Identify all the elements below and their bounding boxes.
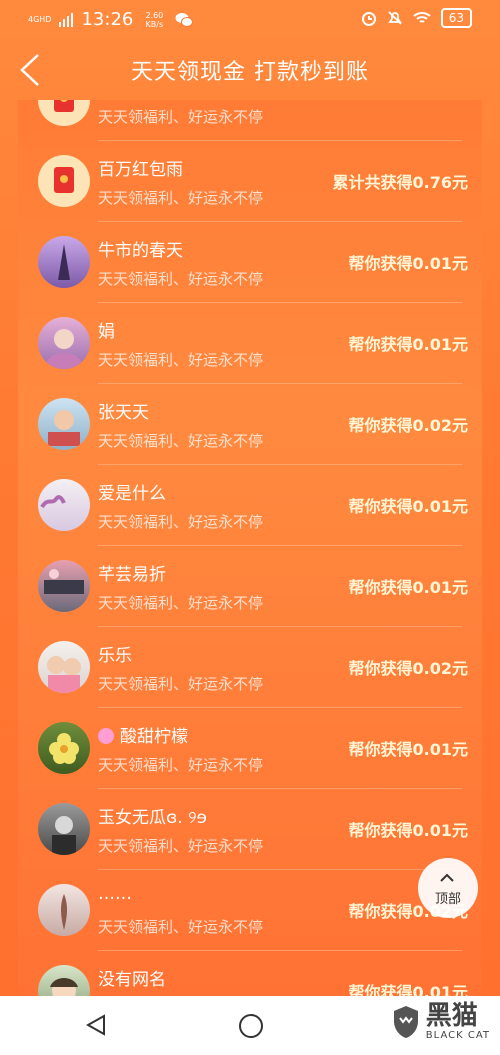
list-item-name: 张天天 xyxy=(98,403,149,423)
list-item-name: 百万红包雨 xyxy=(98,160,183,180)
red-packet-avatar xyxy=(38,155,90,207)
list-item-name: …… xyxy=(98,884,132,904)
list-item-name-text: 酸甜柠檬 xyxy=(120,727,188,747)
avatar xyxy=(38,803,90,855)
reward-list[interactable]: 天天领福利、好运永不停 百万红包雨 天天领福利、好运永不停 累计共获得0.76元… xyxy=(18,100,482,1000)
list-item-subtitle: 天天领福利、好运永不停 xyxy=(98,351,264,369)
list-item-subtitle: 天天领福利、好运永不停 xyxy=(98,675,264,693)
status-bar: 4GHD 13:26 2.60 KB/s 63 xyxy=(0,0,500,38)
avatar xyxy=(38,641,90,693)
list-item-subtitle: 天天领福利、好运永不停 xyxy=(98,189,264,207)
avatar xyxy=(38,479,90,531)
list-item-subtitle: 天天领福利、好运永不停 xyxy=(98,270,264,288)
list-item-amount: 帮你获得0.01元 xyxy=(348,254,468,273)
list-item-amount: 帮你获得0.01元 xyxy=(348,335,468,354)
mute-icon xyxy=(388,11,402,25)
list-item-subtitle: 天天领福利、好运永不停 xyxy=(98,837,264,855)
avatar xyxy=(38,236,90,288)
list-item-subtitle: 天天领福利、好运永不停 xyxy=(98,594,264,612)
list-item-name: 酸甜柠檬 xyxy=(98,722,188,747)
watermark-subtext: BLACK CAT xyxy=(425,1030,490,1041)
system-nav-bar: 黑猫 BLACK CAT xyxy=(0,996,500,1055)
list-item: 天天领福利、好运永不停 xyxy=(18,100,482,141)
wifi-icon xyxy=(413,12,431,23)
alarm-icon xyxy=(361,12,376,26)
flower-icon xyxy=(98,728,114,744)
avatar xyxy=(38,722,90,774)
list-item-name: 没有网名 xyxy=(98,970,166,990)
list-item: …… 天天领福利、好运永不停 帮你获得0.02元 xyxy=(18,870,482,951)
list-item: 芊芸易折 天天领福利、好运永不停 帮你获得0.01元 xyxy=(18,546,482,627)
list-item-subtitle: 天天领福利、好运永不停 xyxy=(98,108,264,126)
avatar xyxy=(38,965,90,1000)
list-item-subtitle: 天天领福利、好运永不停 xyxy=(98,432,264,450)
list-item: 玉女无瓜ɞ. ୨ɘ 天天领福利、好运永不停 帮你获得0.01元 xyxy=(18,789,482,870)
list-item: 百万红包雨 天天领福利、好运永不停 累计共获得0.76元 xyxy=(18,141,482,222)
list-item-name: 玉女无瓜ɞ. ୨ɘ xyxy=(98,808,208,828)
back-to-top-button[interactable]: 顶部 xyxy=(418,858,478,918)
list-item-subtitle: 天天领福利、好运永不停 xyxy=(98,756,264,774)
wechat-icon xyxy=(175,12,194,27)
red-packet-avatar xyxy=(38,100,90,126)
list-item-amount: 帮你获得0.02元 xyxy=(348,659,468,678)
list-item-name: 乐乐 xyxy=(98,646,132,666)
chevron-up-icon xyxy=(440,873,454,882)
list-item: 酸甜柠檬 天天领福利、好运永不停 帮你获得0.01元 xyxy=(18,708,482,789)
page-header: 天天领现金 打款秒到账 xyxy=(0,38,500,102)
list-item: 张天天 天天领福利、好运永不停 帮你获得0.02元 xyxy=(18,384,482,465)
watermark-logo: 黑猫 BLACK CAT xyxy=(392,1002,490,1041)
black-cat-logo-icon xyxy=(393,1005,418,1038)
list-item-amount: 帮你获得0.01元 xyxy=(348,497,468,516)
page-title: 天天领现金 打款秒到账 xyxy=(131,60,369,85)
list-item-amount: 帮你获得0.01元 xyxy=(348,578,468,597)
list-item-amount: 帮你获得0.01元 xyxy=(348,740,468,759)
list-item-subtitle: 天天领福利、好运永不停 xyxy=(98,513,264,531)
list-item: 娟 天天领福利、好运永不停 帮你获得0.01元 xyxy=(18,303,482,384)
list-item-name: 娟 xyxy=(98,322,115,342)
network-type: 4GHD xyxy=(28,15,52,24)
back-to-top-label: 顶部 xyxy=(434,892,461,907)
avatar xyxy=(38,884,90,936)
list-item-name: 芊芸易折 xyxy=(98,565,166,585)
watermark-text: 黑猫 xyxy=(425,1001,478,1031)
signal-icon xyxy=(59,12,74,27)
list-item-amount: 帮你获得0.01元 xyxy=(348,821,468,840)
list-item: 牛市的春天 天天领福利、好运永不停 帮你获得0.01元 xyxy=(18,222,482,303)
list-item: 乐乐 天天领福利、好运永不停 帮你获得0.02元 xyxy=(18,627,482,708)
nav-back-icon[interactable] xyxy=(86,1014,106,1036)
clock: 13:26 xyxy=(81,9,134,30)
list-item-name: 牛市的春天 xyxy=(98,241,183,261)
avatar xyxy=(38,317,90,369)
back-chevron-icon[interactable] xyxy=(16,52,46,88)
list-item-subtitle: 天天领福利、好运永不停 xyxy=(98,918,264,936)
avatar xyxy=(38,398,90,450)
list-item-amount: 帮你获得0.02元 xyxy=(348,416,468,435)
list-item: 没有网名 帮你获得0.01元 xyxy=(18,951,482,1000)
net-speed: 2.60 KB/s xyxy=(145,10,164,29)
avatar xyxy=(38,560,90,612)
list-item: 爱是什么 天天领福利、好运永不停 帮你获得0.01元 xyxy=(18,465,482,546)
list-item-amount: 累计共获得0.76元 xyxy=(332,173,468,192)
battery-icon: 63 xyxy=(440,8,472,28)
nav-home-icon[interactable] xyxy=(239,1014,263,1038)
list-item-name: 爱是什么 xyxy=(98,484,166,504)
